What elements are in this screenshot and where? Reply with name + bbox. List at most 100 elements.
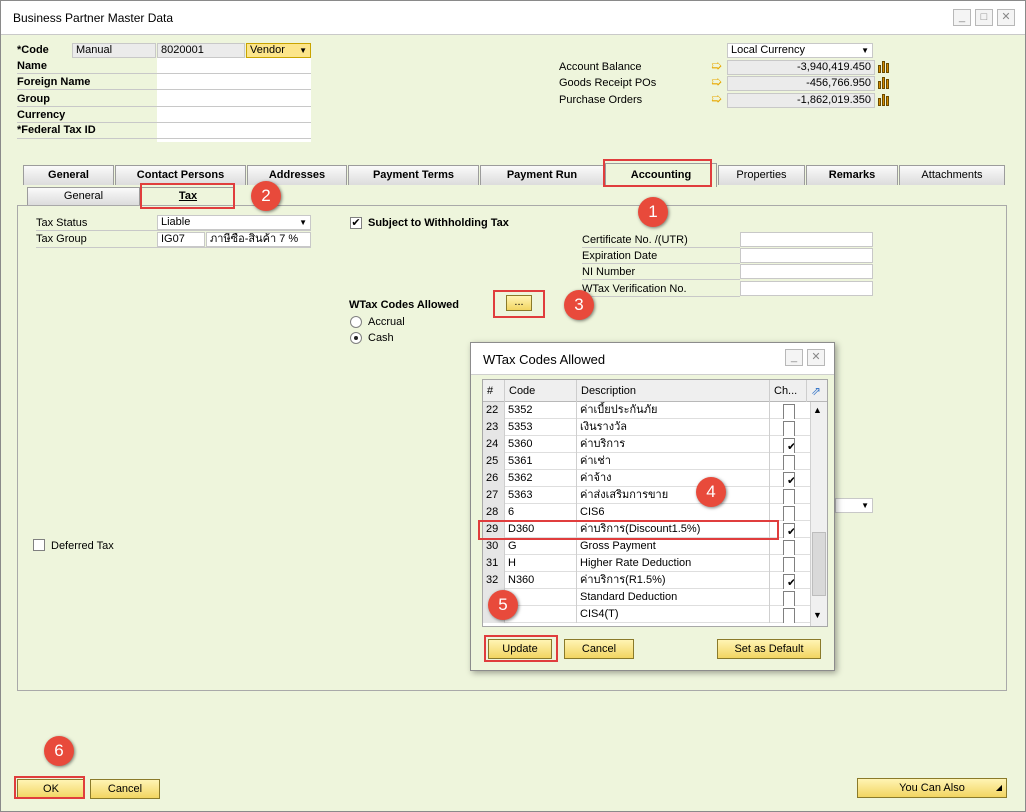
expand-grid-icon[interactable]: ⇗ bbox=[807, 380, 827, 402]
bp-master-window: Business Partner Master Data _ □ ✕ *Code… bbox=[0, 0, 1026, 812]
hidden-dropdown[interactable] bbox=[835, 498, 873, 513]
maximize-icon[interactable]: □ bbox=[975, 9, 993, 26]
accrual-radio[interactable] bbox=[350, 316, 362, 328]
row-description: เงินรางวัล bbox=[577, 419, 770, 436]
row-checkbox[interactable]: ✔ bbox=[783, 472, 795, 487]
tax-group-code-field[interactable]: IG07 bbox=[157, 232, 205, 247]
you-can-also-button[interactable]: You Can Also ◢ bbox=[857, 778, 1007, 798]
expiration-field[interactable] bbox=[740, 248, 873, 263]
row-choose-cell: ✔ bbox=[770, 470, 810, 487]
link-arrow-icon[interactable]: ➯ bbox=[711, 92, 725, 105]
foreign-name-label: Foreign Name bbox=[17, 76, 91, 88]
row-choose-cell bbox=[770, 402, 810, 419]
tax-status-label: Tax Status bbox=[36, 217, 88, 229]
table-row[interactable]: 265362ค่าจ้าง ✔ bbox=[483, 470, 810, 487]
grid-scrollbar[interactable]: ▲ ▼ bbox=[810, 402, 827, 626]
code-series-field[interactable]: Manual bbox=[72, 43, 156, 58]
cash-radio[interactable] bbox=[350, 332, 362, 344]
table-row[interactable]: 30 G Gross Payment bbox=[483, 538, 810, 555]
tab-payment-terms[interactable]: Payment Terms bbox=[348, 165, 479, 185]
wtax-codes-grid: # Code Description Ch... ⇗ 22 5352 ค่าเบี้… bbox=[482, 379, 828, 627]
tab-properties[interactable]: Properties bbox=[718, 165, 805, 185]
row-description: ค่าเบี้ยประกันภัย bbox=[577, 402, 770, 419]
row-checkbox[interactable] bbox=[783, 591, 795, 606]
title-bar: Business Partner Master Data _ □ ✕ bbox=[1, 1, 1025, 35]
minimize-icon[interactable]: _ bbox=[953, 9, 971, 26]
link-arrow-icon[interactable]: ➯ bbox=[711, 75, 725, 88]
currency-select[interactable]: Local Currency bbox=[727, 43, 873, 58]
header-inputs-block[interactable] bbox=[157, 58, 311, 142]
certificate-label: Certificate No. /(UTR) bbox=[582, 234, 688, 246]
row-choose-cell bbox=[770, 555, 810, 572]
dialog-close-icon[interactable]: ✕ bbox=[807, 349, 825, 366]
row-checkbox[interactable] bbox=[783, 489, 795, 504]
tax-group-desc-field: ภาษีซื้อ-สินค้า 7 % bbox=[206, 232, 311, 247]
scroll-up-icon[interactable]: ▲ bbox=[813, 405, 822, 415]
scroll-down-icon[interactable]: ▼ bbox=[813, 610, 822, 620]
row-description: CIS6 bbox=[577, 504, 770, 521]
tax-status-select[interactable]: Liable bbox=[157, 215, 311, 230]
row-checkbox[interactable]: ✔ bbox=[783, 438, 795, 453]
row-description: ค่าจ้าง bbox=[577, 470, 770, 487]
subtab-general[interactable]: General bbox=[27, 187, 140, 205]
ni-number-field[interactable] bbox=[740, 264, 873, 279]
wtax-verification-field[interactable] bbox=[740, 281, 873, 296]
row-checkbox[interactable] bbox=[783, 421, 795, 436]
code-value-field[interactable]: 8020001 bbox=[157, 43, 245, 58]
table-row[interactable]: CIS4(T) bbox=[483, 606, 810, 623]
subject-wt-label: Subject to Withholding Tax bbox=[368, 217, 509, 229]
tab-contact-persons[interactable]: Contact Persons bbox=[115, 165, 246, 185]
row-code: N360 bbox=[505, 572, 577, 589]
scroll-thumb[interactable] bbox=[812, 532, 826, 596]
table-row[interactable]: 27 5363 ค่าส่งเสริมการขาย bbox=[483, 487, 810, 504]
close-icon[interactable]: ✕ bbox=[997, 9, 1015, 26]
dialog-cancel-button[interactable]: Cancel bbox=[564, 639, 634, 659]
certificate-field[interactable] bbox=[740, 232, 873, 247]
table-row[interactable]: 32N360ค่าบริการ(R1.5%) ✔ bbox=[483, 572, 810, 589]
chart-icon[interactable] bbox=[878, 59, 892, 73]
row-choose-cell bbox=[770, 504, 810, 521]
set-as-default-button[interactable]: Set as Default bbox=[717, 639, 821, 659]
purchase-orders-label: Purchase Orders bbox=[559, 94, 643, 106]
cancel-button[interactable]: Cancel bbox=[90, 779, 160, 799]
row-checkbox[interactable] bbox=[783, 540, 795, 555]
dialog-minimize-icon[interactable]: _ bbox=[785, 349, 803, 366]
goods-receipt-label: Goods Receipt POs bbox=[559, 77, 657, 89]
table-row[interactable]: 245360ค่าบริการ ✔ bbox=[483, 436, 810, 453]
row-code: H bbox=[505, 555, 577, 572]
row-checkbox[interactable] bbox=[783, 557, 795, 572]
you-can-also-label: You Can Also bbox=[899, 782, 965, 794]
dialog-title: WTax Codes Allowed bbox=[483, 352, 606, 367]
row-description: ค่าบริการ(R1.5%) bbox=[577, 572, 770, 589]
tab-remarks[interactable]: Remarks bbox=[806, 165, 898, 185]
tax-group-label: Tax Group bbox=[36, 233, 87, 245]
deferred-tax-checkbox[interactable] bbox=[33, 539, 45, 551]
bp-type-select[interactable]: Vendor bbox=[246, 43, 311, 58]
col-choose: Ch... bbox=[770, 380, 807, 402]
row-checkbox[interactable]: ✔ bbox=[783, 574, 795, 589]
tab-general[interactable]: General bbox=[23, 165, 114, 185]
row-description: Standard Deduction bbox=[577, 589, 770, 606]
tab-attachments[interactable]: Attachments bbox=[899, 165, 1005, 185]
row-checkbox[interactable]: ✔ bbox=[783, 523, 795, 538]
tab-payment-run[interactable]: Payment Run bbox=[480, 165, 604, 185]
row-checkbox[interactable] bbox=[783, 404, 795, 419]
subject-wt-checkbox[interactable]: ✔ bbox=[350, 217, 362, 229]
highlight-tax bbox=[140, 183, 235, 209]
row-checkbox[interactable] bbox=[783, 608, 795, 623]
table-row[interactable]: 31 H Higher Rate Deduction bbox=[483, 555, 810, 572]
table-row[interactable]: 22 5352 ค่าเบี้ยประกันภัย bbox=[483, 402, 810, 419]
table-row[interactable]: Standard Deduction bbox=[483, 589, 810, 606]
chart-icon[interactable] bbox=[878, 92, 892, 106]
step-badge-1: 1 bbox=[638, 197, 668, 227]
table-row[interactable]: 23 5353 เงินรางวัล bbox=[483, 419, 810, 436]
link-arrow-icon[interactable]: ➯ bbox=[711, 59, 725, 72]
table-row[interactable]: 25 5361 ค่าเช่า bbox=[483, 453, 810, 470]
row-checkbox[interactable] bbox=[783, 455, 795, 470]
row-choose-cell bbox=[770, 487, 810, 504]
table-row[interactable]: 28 6 CIS6 bbox=[483, 504, 810, 521]
step-badge-4: 4 bbox=[696, 477, 726, 507]
row-checkbox[interactable] bbox=[783, 506, 795, 521]
chart-icon[interactable] bbox=[878, 75, 892, 89]
row-number: 24 bbox=[483, 436, 505, 453]
